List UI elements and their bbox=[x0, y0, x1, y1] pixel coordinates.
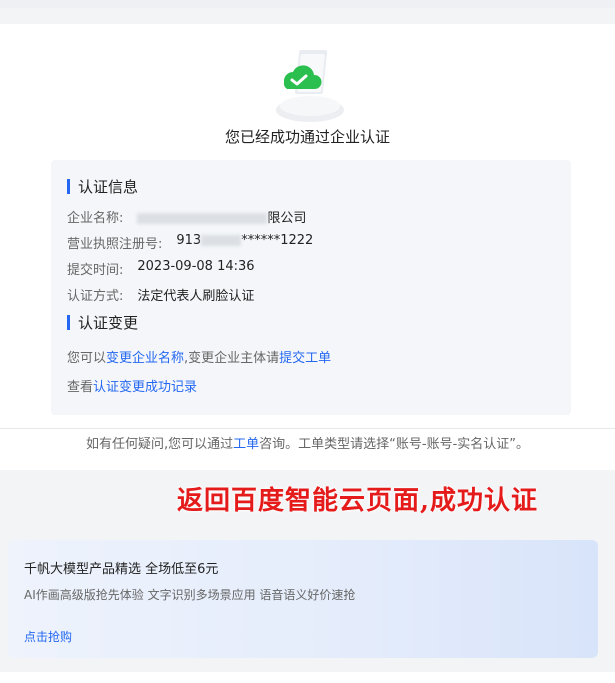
change-records-link[interactable]: 认证变更成功记录 bbox=[93, 376, 197, 395]
redacted-text bbox=[137, 213, 268, 224]
heading-accent-bar bbox=[67, 315, 70, 330]
info-box: 认证信息 企业名称: 限公司 营业执照注册号: 913 ******1222 提交… bbox=[51, 160, 571, 415]
ticket-link[interactable]: 工单 bbox=[233, 437, 259, 452]
promo-title: 千帆大模型产品精选 全场低至6元 bbox=[24, 562, 219, 577]
promo-buy-link[interactable]: 点击抢购 bbox=[24, 628, 72, 645]
promo-subtitle: AI作画高级版抢先体验 文字识别多场景应用 语音语义好价速抢 bbox=[24, 588, 356, 602]
license-no-value: 913 ******1222 bbox=[176, 233, 314, 248]
submit-time-value: 2023-09-08 14:36 bbox=[137, 259, 255, 274]
cloud-check-illustration bbox=[276, 50, 344, 122]
success-title: 您已经成功通过企业认证 bbox=[224, 128, 390, 146]
change-company-name-link[interactable]: 变更企业名称 bbox=[106, 347, 184, 366]
method-label: 认证方式: bbox=[67, 289, 124, 304]
change-records-row: 查看 认证变更成功记录 bbox=[67, 376, 197, 395]
license-no-row: 营业执照注册号: 913 ******1222 bbox=[67, 233, 313, 252]
cert-info-heading: 认证信息 bbox=[78, 178, 139, 196]
method-value: 法定代表人刷脸认证 bbox=[137, 289, 255, 304]
company-name-label: 企业名称: bbox=[67, 211, 124, 226]
cert-change-heading: 认证变更 bbox=[78, 314, 139, 332]
redacted-text bbox=[201, 235, 242, 246]
top-band bbox=[0, 0, 615, 8]
method-row: 认证方式: 法定代表人刷脸认证 bbox=[67, 285, 254, 304]
promo-banner[interactable]: 千帆大模型产品精选 全场低至6元 AI作画高级版抢先体验 文字识别多场景应用 语… bbox=[8, 540, 598, 658]
change-options-row: 您可以 变更企业名称 ,变更企业主体请 提交工单 bbox=[67, 347, 331, 366]
submit-time-label: 提交时间: bbox=[67, 263, 124, 278]
section-heading-cert-info: 认证信息 bbox=[67, 176, 138, 197]
section-heading-cert-change: 认证变更 bbox=[67, 312, 138, 333]
company-name-value: 限公司 bbox=[137, 207, 306, 226]
heading-accent-bar bbox=[67, 179, 70, 194]
submit-time-row: 提交时间: 2023-09-08 14:36 bbox=[67, 259, 255, 278]
company-name-row: 企业名称: 限公司 bbox=[67, 207, 306, 226]
submit-ticket-link[interactable]: 提交工单 bbox=[279, 347, 331, 366]
license-no-label: 营业执照注册号: bbox=[67, 237, 163, 252]
annotation-overlay-text: 返回百度智能云页面,成功认证 bbox=[176, 486, 539, 516]
help-text: 如有任何疑问,您可以通过工单咨询。工单类型请选择“账号-账号-实名认证”。 bbox=[0, 428, 615, 461]
bottom-band bbox=[0, 672, 615, 683]
